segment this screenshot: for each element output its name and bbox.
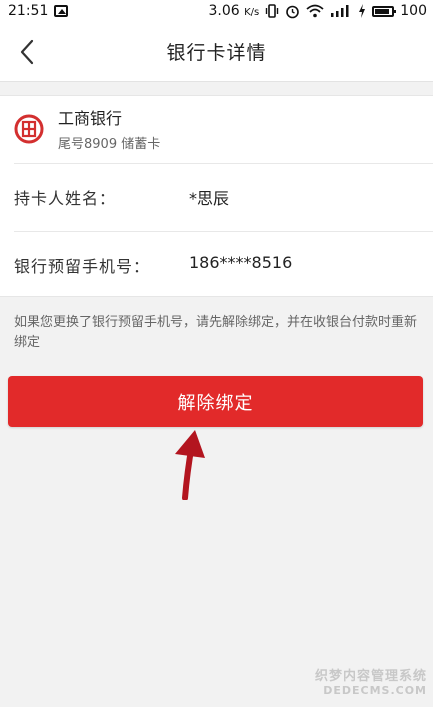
watermark-line2: DEDECMS.COM — [323, 684, 427, 697]
vibrate-icon — [266, 4, 279, 18]
network-speed-value: 3.06 — [208, 3, 240, 19]
network-speed-unit: K/s — [244, 7, 260, 18]
battery-icon — [372, 5, 397, 17]
holder-name-label: 持卡人姓名： — [14, 189, 117, 208]
clock-time: 21:51 — [8, 3, 49, 19]
bank-card-section: 工商银行 尾号8909 储蓄卡 持卡人姓名： *思辰 银行预留手机号： 186*… — [0, 95, 433, 297]
holder-name-row: 持卡人姓名： *思辰 — [0, 163, 433, 229]
status-left: 21:51 — [8, 3, 69, 19]
alarm-icon — [286, 5, 300, 18]
watermark-line1: 织梦内容管理系统 — [314, 669, 427, 684]
reserved-phone-row: 银行预留手机号： 186****8516 — [0, 231, 433, 297]
card-tail-info: 尾号8909 储蓄卡 — [58, 137, 161, 152]
unbind-notice: 如果您更换了银行预留手机号，请先解除绑定，并在收银台付款时重新绑定 — [14, 315, 418, 350]
battery-level: 100 — [400, 3, 427, 19]
network-speed: 3.06 K/s — [209, 3, 260, 19]
signal-icon — [331, 5, 349, 17]
page-title: 银行卡详情 — [166, 42, 267, 64]
watermark: 织梦内容管理系统 DEDECMS.COM — [315, 665, 427, 697]
reserved-phone-label: 银行预留手机号： — [14, 257, 151, 276]
chevron-left-icon — [20, 39, 34, 65]
charging-icon — [359, 4, 366, 18]
icbc-logo-icon — [14, 114, 44, 144]
status-bar: 21:51 3.06 K/s 100 — [0, 0, 433, 22]
holder-name-value: *思辰 — [189, 189, 230, 208]
bank-row: 工商银行 尾号8909 储蓄卡 — [0, 96, 433, 163]
image-notification-icon — [54, 5, 69, 17]
reserved-phone-value: 186****8516 — [189, 253, 293, 272]
navigation-bar: 银行卡详情 — [0, 22, 433, 82]
status-right: 3.06 K/s 100 — [209, 3, 428, 19]
wifi-icon — [306, 4, 324, 18]
unbind-button[interactable]: 解除绑定 — [8, 376, 423, 427]
bank-name: 工商银行 — [58, 109, 123, 128]
back-button[interactable] — [12, 36, 42, 68]
pointer-arrow-icon — [175, 430, 205, 500]
